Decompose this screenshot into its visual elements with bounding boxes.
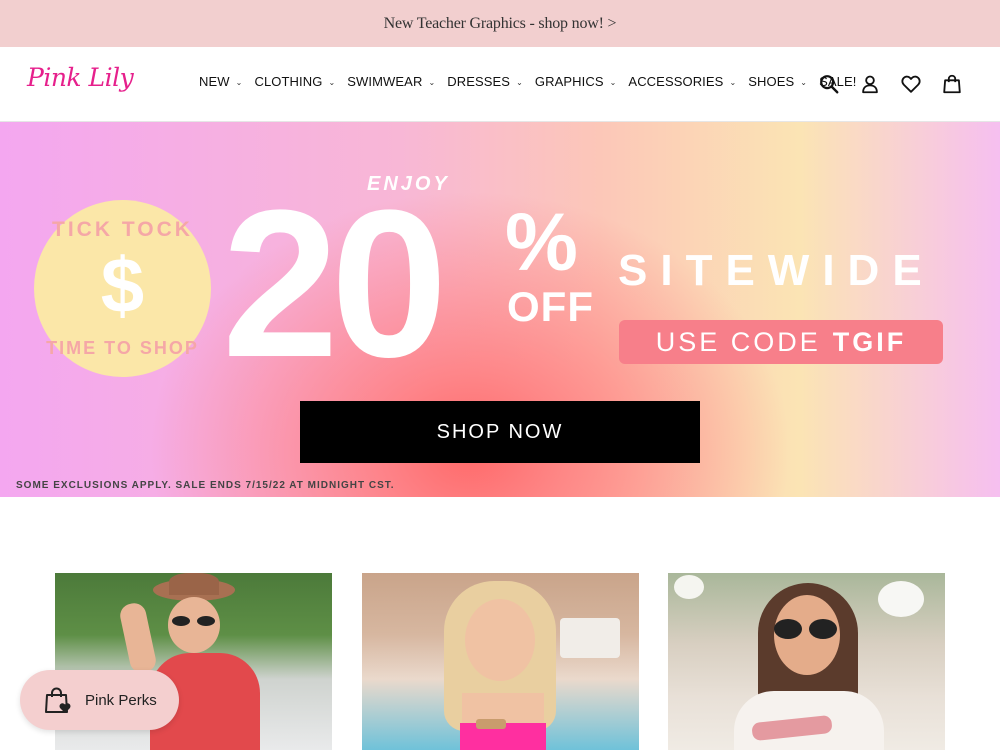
nav-item-label: CLOTHING bbox=[254, 74, 323, 89]
announcement-bar: New Teacher Graphics - shop now! > bbox=[0, 0, 1000, 47]
shopping-bag-heart-icon bbox=[45, 687, 71, 713]
chevron-down-icon: ⌄ bbox=[729, 78, 737, 87]
nav-item-dresses[interactable]: DRESSES ⌄ bbox=[447, 74, 523, 89]
product-image bbox=[362, 573, 638, 750]
announcement-link[interactable]: New Teacher Graphics - shop now! > bbox=[384, 15, 617, 33]
sale-disclaimer: SOME EXCLUSIONS APPLY. SALE ENDS 7/15/22… bbox=[16, 480, 395, 491]
nav-item-new[interactable]: NEW ⌄ bbox=[199, 74, 242, 89]
wishlist-heart-icon[interactable] bbox=[899, 72, 923, 96]
chevron-down-icon: ⌄ bbox=[428, 78, 436, 87]
chevron-down-icon: ⌄ bbox=[235, 78, 243, 87]
account-icon[interactable] bbox=[858, 72, 882, 96]
nav-item-swimwear[interactable]: SWIMWEAR ⌄ bbox=[347, 74, 435, 89]
dollar-icon: $ bbox=[100, 241, 145, 329]
nav-item-label: NEW bbox=[199, 74, 230, 89]
nav-item-label: ACCESSORIES bbox=[628, 74, 724, 89]
promo-code-prefix: USE CODE bbox=[655, 326, 821, 357]
nav-item-label: SHOES bbox=[748, 74, 795, 89]
search-icon[interactable] bbox=[817, 72, 841, 96]
cart-bag-icon[interactable] bbox=[940, 72, 964, 96]
badge-bottom-text: TIME TO SHOP bbox=[46, 338, 199, 358]
promo-code: TGIF bbox=[832, 326, 907, 357]
discount-number: 20 bbox=[222, 166, 448, 401]
product-card-pink-swimsuit[interactable] bbox=[362, 573, 639, 750]
pink-perks-label: Pink Perks bbox=[85, 691, 157, 709]
product-card-teacher-tee[interactable] bbox=[668, 573, 945, 750]
logo[interactable]: Pink Lily bbox=[27, 63, 134, 92]
tick-tock-badge: TICK TOCK $ TIME TO SHOP bbox=[34, 200, 211, 377]
chevron-down-icon: ⌄ bbox=[609, 78, 617, 87]
off-text: OFF bbox=[507, 283, 594, 330]
pink-perks-button[interactable]: Pink Perks bbox=[20, 670, 179, 730]
site-header: Pink Lily NEW ⌄ CLOTHING ⌄ SWIMWEAR ⌄ DRESS… bbox=[0, 47, 1000, 122]
sitewide-text: SITEWIDE bbox=[618, 246, 935, 295]
badge-top-text: TICK TOCK bbox=[52, 218, 193, 241]
percent-sign: % bbox=[505, 197, 578, 288]
header-icons bbox=[800, 72, 964, 96]
shop-now-button[interactable]: SHOP NOW bbox=[300, 401, 700, 463]
nav-item-label: DRESSES bbox=[447, 74, 511, 89]
nav-item-shoes[interactable]: SHOES ⌄ bbox=[748, 74, 807, 89]
nav-item-clothing[interactable]: CLOTHING ⌄ bbox=[254, 74, 335, 89]
chevron-down-icon: ⌄ bbox=[516, 78, 523, 87]
hero-banner[interactable]: TICK TOCK $ TIME TO SHOP ENJOY 20 % OFF … bbox=[0, 122, 1000, 497]
promo-code-pill: USE CODE TGIF bbox=[619, 320, 943, 364]
nav-item-label: SWIMWEAR bbox=[347, 74, 423, 89]
product-image bbox=[668, 573, 945, 750]
chevron-down-icon: ⌄ bbox=[328, 78, 336, 87]
nav-item-label: GRAPHICS bbox=[534, 74, 604, 89]
nav-item-graphics[interactable]: GRAPHICS ⌄ bbox=[535, 74, 617, 89]
nav-item-accessories[interactable]: ACCESSORIES ⌄ bbox=[628, 74, 736, 89]
main-nav: NEW ⌄ CLOTHING ⌄ SWIMWEAR ⌄ DRESSES ⌄ GRAPHI… bbox=[199, 74, 856, 89]
